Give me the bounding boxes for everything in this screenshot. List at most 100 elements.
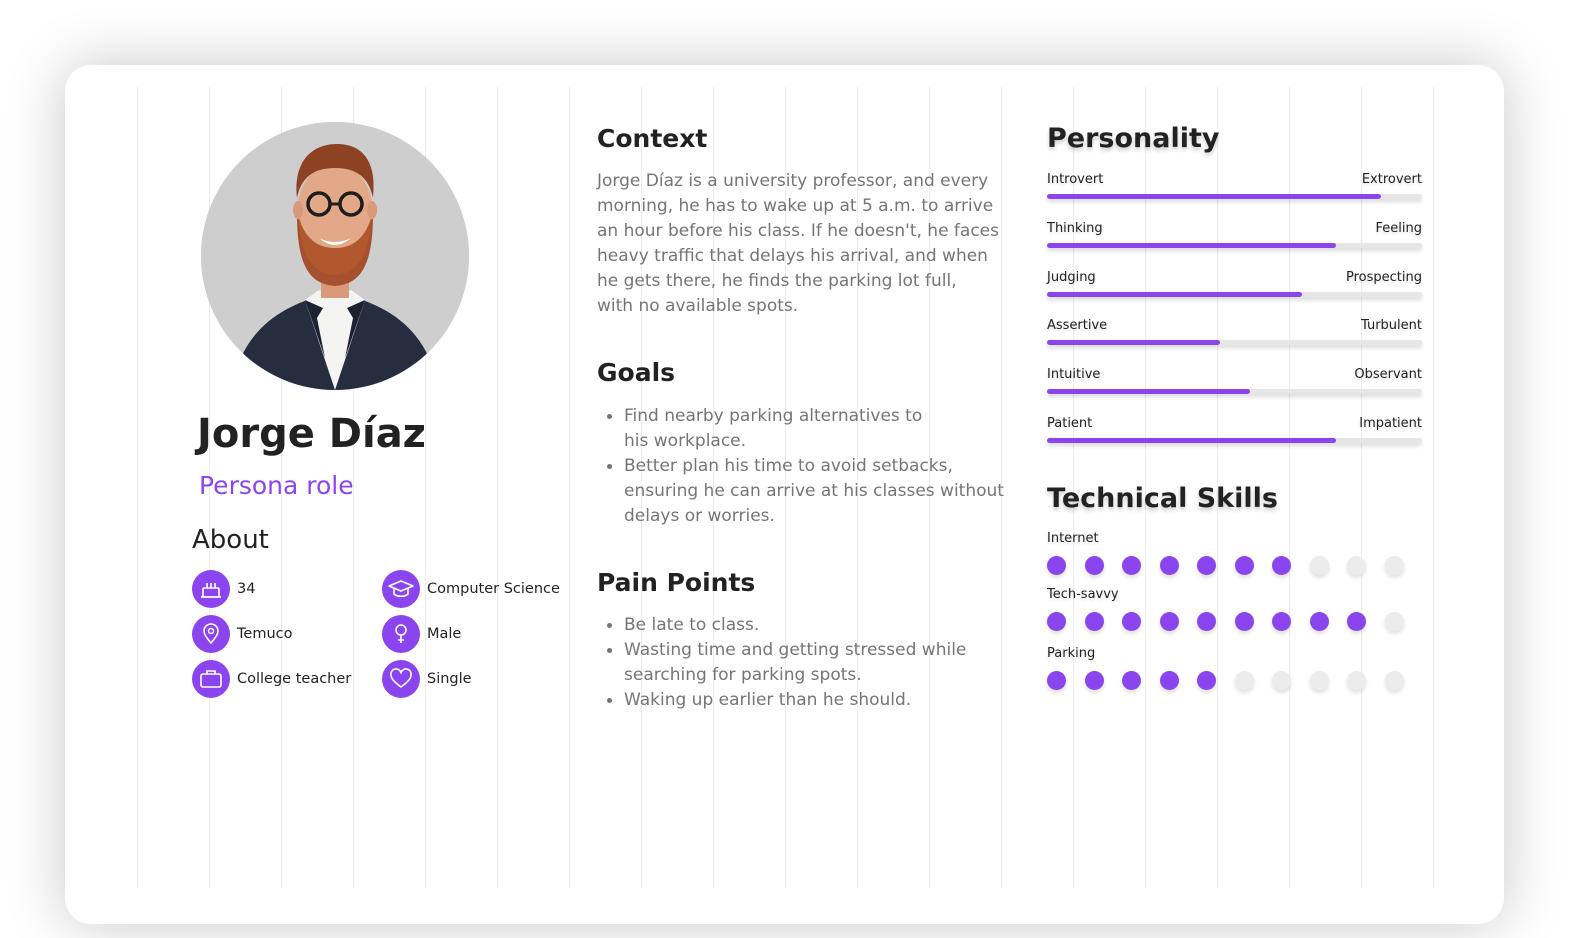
context-line: with no available spots. xyxy=(597,296,799,316)
skill-dot-filled xyxy=(1047,556,1066,575)
trait-right-label: Prospecting xyxy=(1346,270,1422,285)
skill-dots xyxy=(1047,671,1427,691)
slider-track xyxy=(1047,340,1422,345)
trait-right-label: Turbulent xyxy=(1361,318,1422,333)
skill-dot-filled xyxy=(1084,612,1104,631)
male-icon xyxy=(382,615,420,653)
trait-right-label: Impatient xyxy=(1359,416,1422,431)
skill-dot-empty xyxy=(1234,671,1254,690)
personality-title: Personality xyxy=(1047,123,1220,154)
skill-dot-filled xyxy=(1272,556,1291,575)
avatar xyxy=(201,122,469,390)
skill-dot-filled xyxy=(1122,671,1141,690)
about-field: Computer Science xyxy=(427,581,560,597)
about-title: About xyxy=(192,525,269,555)
personality-slider: Intuitive Observant xyxy=(1047,367,1422,407)
personality-slider: Patient Impatient xyxy=(1047,416,1422,456)
skill-dot-empty xyxy=(1347,556,1366,575)
about-item-field: Computer Science xyxy=(382,570,560,608)
slider-track xyxy=(1047,389,1422,394)
persona-name: Jorge Díaz xyxy=(197,411,426,457)
slider-track xyxy=(1047,194,1422,199)
skill-rating: Tech-savvy xyxy=(1047,587,1427,637)
skill-dot-filled xyxy=(1159,671,1179,690)
skill-dots xyxy=(1047,612,1427,632)
pain-point-item: Waking up earlier than he should. xyxy=(597,688,997,713)
persona-card: Jorge Díaz Persona role About 34 Compute… xyxy=(65,65,1504,924)
about-city: Temuco xyxy=(237,626,293,642)
skill-dot-filled xyxy=(1122,612,1141,631)
trait-right-label: Observant xyxy=(1354,367,1422,382)
slider-fill xyxy=(1047,194,1381,199)
skill-dot-filled xyxy=(1159,612,1179,631)
slider-fill xyxy=(1047,438,1336,443)
about-job: College teacher xyxy=(237,671,352,687)
briefcase-icon xyxy=(192,660,230,698)
personality-slider: Introvert Extrovert xyxy=(1047,172,1422,212)
context-line: heavy traffic that delays his arrival, a… xyxy=(597,246,988,266)
skill-label: Tech-savvy xyxy=(1047,587,1119,602)
context-line: morning, he has to wake up at 5 a.m. to … xyxy=(597,196,994,216)
pain-points-list: Be late to class. Wasting time and getti… xyxy=(597,613,997,713)
grid-line xyxy=(569,87,570,888)
trait-left-label: Introvert xyxy=(1047,172,1104,187)
context-title: Context xyxy=(597,124,708,153)
trait-right-label: Feeling xyxy=(1375,221,1422,236)
skill-dot-empty xyxy=(1347,671,1366,690)
skill-dot-filled xyxy=(1309,612,1329,631)
trait-left-label: Intuitive xyxy=(1047,367,1101,382)
skill-dot-empty xyxy=(1309,556,1329,575)
skill-dot-filled xyxy=(1084,671,1104,690)
skills-title: Technical Skills xyxy=(1047,483,1278,514)
goals-list: Find nearby parking alternatives to his … xyxy=(597,404,1017,529)
slider-track xyxy=(1047,438,1422,443)
context-line: he gets there, he finds the parking lot … xyxy=(597,271,957,291)
heart-icon xyxy=(382,660,420,698)
skill-label: Internet xyxy=(1047,531,1099,546)
about-age: 34 xyxy=(237,581,256,597)
skill-dot-filled xyxy=(1347,612,1366,631)
graduation-cap-icon xyxy=(382,570,420,608)
about-item-age: 34 xyxy=(192,570,255,608)
skill-dot-filled xyxy=(1047,671,1066,690)
skill-dot-filled xyxy=(1047,612,1066,631)
trait-left-label: Judging xyxy=(1047,270,1096,285)
skill-dot-filled xyxy=(1197,612,1216,631)
skill-dot-filled xyxy=(1272,612,1291,631)
slider-fill xyxy=(1047,243,1336,248)
skill-rating: Internet xyxy=(1047,531,1427,581)
skill-dot-empty xyxy=(1384,671,1404,690)
slider-fill xyxy=(1047,292,1302,297)
trait-left-label: Thinking xyxy=(1047,221,1103,236)
skill-dot-filled xyxy=(1197,671,1216,690)
goal-item: Better plan his time to avoid setbacks, … xyxy=(597,454,1012,529)
skill-dot-filled xyxy=(1197,556,1216,575)
skill-dots xyxy=(1047,556,1427,576)
context-line: Jorge Díaz is a university professor, an… xyxy=(597,171,989,191)
goals-title: Goals xyxy=(597,358,676,387)
person-photo-icon xyxy=(201,122,469,390)
location-pin-icon xyxy=(192,615,230,653)
persona-role: Persona role xyxy=(199,471,354,500)
context-line: an hour before his class. If he doesn't,… xyxy=(597,221,999,241)
personality-slider: Thinking Feeling xyxy=(1047,221,1422,261)
skill-dot-filled xyxy=(1159,556,1179,575)
slider-fill xyxy=(1047,340,1220,345)
skill-dot-empty xyxy=(1272,671,1291,690)
personality-slider: Assertive Turbulent xyxy=(1047,318,1422,358)
skill-dot-filled xyxy=(1234,612,1254,631)
skill-dot-filled xyxy=(1234,556,1254,575)
skill-rating: Parking xyxy=(1047,646,1427,696)
context-text: Jorge Díaz is a university professor, an… xyxy=(597,169,1017,319)
about-item-city: Temuco xyxy=(192,615,292,653)
pain-points-title: Pain Points xyxy=(597,568,756,597)
trait-left-label: Assertive xyxy=(1047,318,1108,333)
goal-item: Find nearby parking alternatives to his … xyxy=(597,404,937,454)
slider-track xyxy=(1047,292,1422,297)
trait-left-label: Patient xyxy=(1047,416,1093,431)
skill-dot-empty xyxy=(1384,612,1404,631)
skill-dot-empty xyxy=(1384,556,1404,575)
about-item-gender: Male xyxy=(382,615,461,653)
cake-icon xyxy=(192,570,230,608)
skill-label: Parking xyxy=(1047,646,1096,661)
